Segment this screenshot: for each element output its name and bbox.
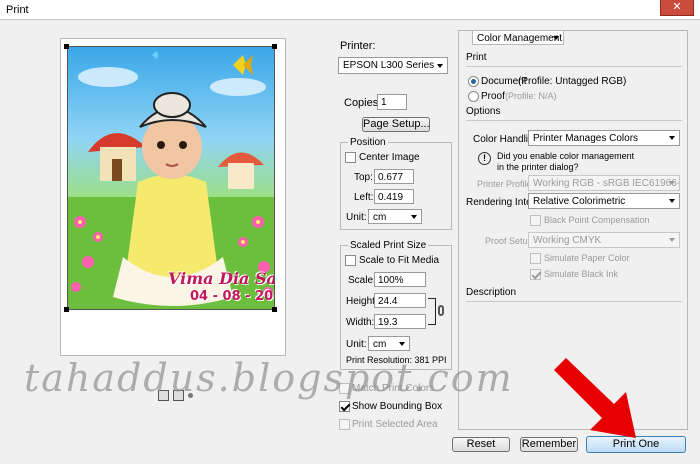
position-unit-value: cm	[373, 212, 387, 223]
width-label: Width:	[346, 317, 375, 328]
chevron-down-icon	[669, 238, 675, 242]
page-setup-button[interactable]: Page Setup...	[362, 117, 430, 132]
printer-profile-value: Working RGB - sRGB IEC61966-2.1	[533, 178, 680, 189]
bounding-handle-tr[interactable]	[272, 44, 277, 49]
height-label: Height:	[346, 296, 378, 307]
center-image-checkbox[interactable]	[345, 152, 356, 163]
proof-setup-select[interactable]: Working CMYK	[528, 232, 680, 248]
bounding-handle-bl[interactable]	[64, 307, 69, 312]
scale-to-fit-label: Scale to Fit Media	[359, 255, 440, 266]
print-selected-area-label: Print Selected Area	[352, 419, 438, 430]
section-select[interactable]: Color Management	[472, 30, 564, 45]
print-selected-area-checkbox[interactable]	[339, 419, 350, 430]
printer-profile-label: Printer Profile:	[477, 179, 535, 189]
show-bounding-box-checkbox[interactable]	[339, 401, 350, 412]
chevron-down-icon	[399, 341, 405, 346]
copies-label: Copies:	[344, 97, 382, 109]
position-unit-label: Unit:	[346, 212, 367, 223]
rendering-intent-select[interactable]: Relative Colorimetric	[528, 193, 680, 209]
height-input[interactable]: 24.4	[374, 293, 426, 308]
simulate-black-ink-checkbox[interactable]	[530, 269, 541, 280]
bounding-handle-tl[interactable]	[64, 44, 69, 49]
options-heading: Options	[466, 106, 501, 117]
annotation-arrow-icon	[554, 358, 636, 438]
top-input[interactable]: 0.677	[374, 169, 414, 184]
options-heading-rule	[466, 120, 682, 121]
show-bounding-box-label: Show Bounding Box	[352, 401, 443, 412]
printer-profile-select[interactable]: Working RGB - sRGB IEC61966-2.1	[528, 175, 680, 191]
document-radio[interactable]	[468, 76, 479, 87]
color-handling-value: Printer Manages Colors	[533, 133, 639, 144]
printer-select-value: EPSON L300 Series	[343, 60, 435, 71]
scaled-unit-select[interactable]: cm	[368, 336, 410, 351]
scaled-unit-label: Unit:	[346, 339, 367, 350]
copies-input[interactable]: 1	[377, 94, 407, 110]
rendering-intent-value: Relative Colorimetric	[533, 196, 626, 207]
position-unit-select[interactable]: cm	[368, 209, 422, 224]
chevron-down-icon	[437, 63, 443, 68]
warning-text-line2: in the printer dialog?	[497, 162, 579, 172]
window-title: Print	[6, 4, 29, 16]
scale-label: Scale:	[348, 275, 376, 286]
photo-caption-name: Vima Dia Sari	[168, 269, 275, 288]
simulate-paper-label: Simulate Paper Color	[544, 253, 630, 263]
left-label: Left:	[354, 192, 374, 203]
chevron-down-icon	[553, 35, 559, 40]
chevron-down-icon	[669, 181, 675, 185]
color-handling-select[interactable]: Printer Manages Colors	[528, 130, 680, 146]
top-label: Top:	[354, 172, 373, 183]
black-point-checkbox[interactable]	[530, 215, 541, 226]
watermark-text: tahaddus.blogspot.com	[24, 356, 514, 400]
preview-photo[interactable]: Vima Dia Sari 04 - 08 - 2017	[67, 46, 275, 310]
left-input[interactable]: 0.419	[374, 189, 414, 204]
description-heading: Description	[466, 287, 517, 298]
warning-icon: !	[478, 152, 491, 165]
description-rule	[466, 301, 682, 302]
proof-label: Proof	[481, 91, 505, 102]
print-heading-rule	[466, 66, 682, 67]
position-legend: Position	[348, 137, 388, 148]
scaled-print-size-legend: Scaled Print Size	[348, 240, 429, 251]
close-button[interactable]: ✕	[660, 0, 694, 16]
simulate-paper-checkbox[interactable]	[530, 253, 541, 264]
printer-label: Printer:	[340, 40, 376, 52]
proof-setup-value: Working CMYK	[533, 235, 602, 246]
black-point-label: Black Point Compensation	[544, 215, 650, 225]
printer-select[interactable]: EPSON L300 Series	[338, 57, 448, 74]
warning-text-line1: Did you enable color management	[497, 151, 635, 161]
link-icon[interactable]	[438, 305, 444, 316]
constrain-bracket	[428, 298, 436, 325]
print-dialog: Print ✕ Vima Dia Sa 04 - 08 - 20 Printer…	[0, 0, 700, 464]
chevron-down-icon	[669, 199, 675, 203]
photo-caption-date: 04 - 08 - 2017	[190, 289, 274, 304]
scale-input[interactable]: 100%	[374, 272, 426, 287]
width-input[interactable]: 19.3	[374, 314, 426, 329]
title-bar: Print ✕	[0, 0, 700, 20]
section-select-value: Color Management	[477, 33, 563, 44]
chevron-down-icon	[669, 136, 675, 140]
chevron-down-icon	[411, 214, 417, 219]
bounding-handle-br[interactable]	[272, 307, 277, 312]
scale-to-fit-checkbox[interactable]	[345, 255, 356, 266]
proof-profile: (Profile: N/A)	[505, 91, 557, 101]
reset-button[interactable]: Reset	[452, 437, 510, 452]
proof-radio[interactable]	[468, 91, 479, 102]
simulate-black-ink-label: Simulate Black Ink	[544, 269, 619, 279]
center-image-label: Center Image	[359, 152, 420, 163]
scaled-unit-value: cm	[373, 339, 387, 350]
document-profile: (Profile: Untagged RGB)	[518, 76, 627, 87]
print-heading: Print	[466, 52, 487, 63]
